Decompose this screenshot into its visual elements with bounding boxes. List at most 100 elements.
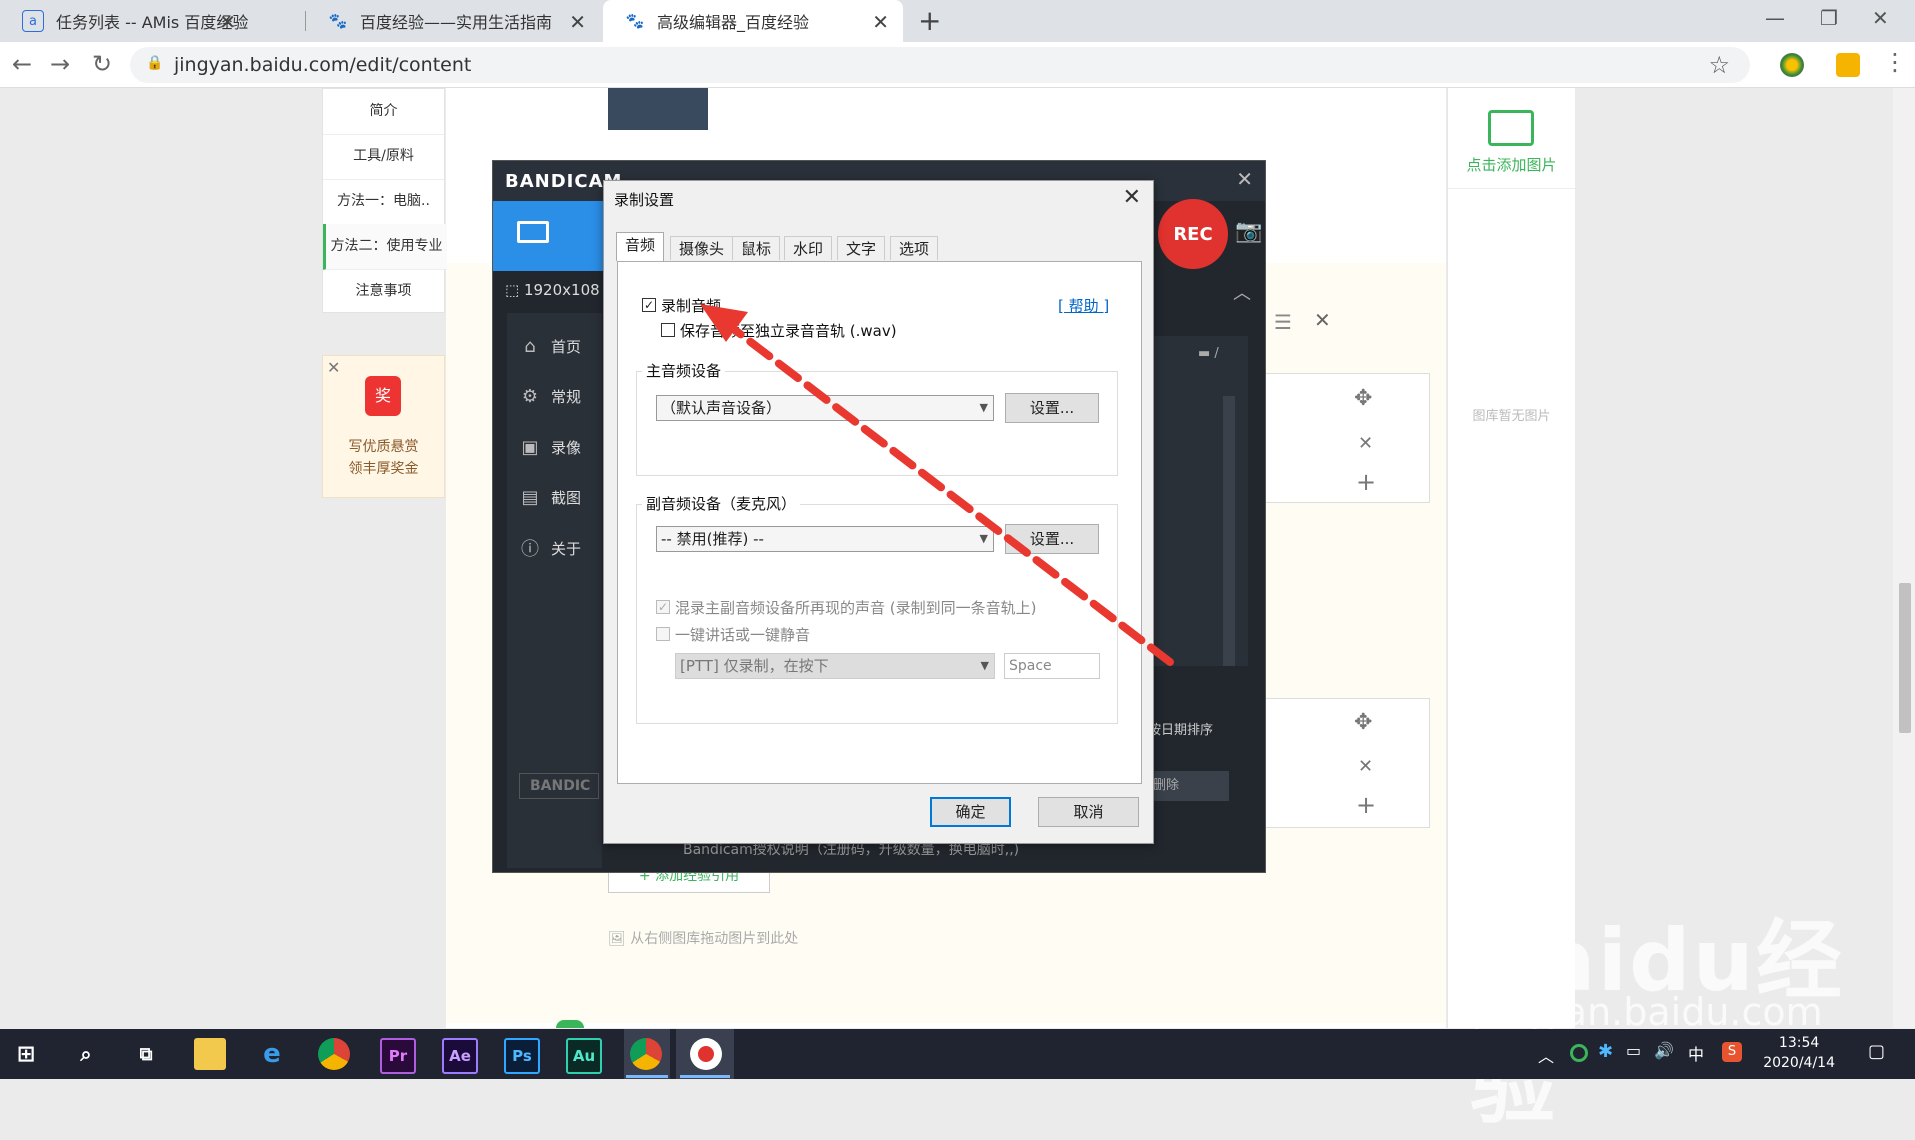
secondary-settings-button[interactable]: 设置... (1005, 524, 1099, 554)
close-icon[interactable]: ✕ (1358, 433, 1373, 454)
close-icon[interactable]: ✕ (1314, 308, 1331, 332)
outline-item[interactable]: 简介 (323, 89, 444, 135)
ok-button[interactable]: 确定 (930, 797, 1011, 827)
close-icon[interactable]: ✕ (872, 10, 889, 34)
help-link[interactable]: [ 帮助 ] (1058, 295, 1109, 316)
tab-audio[interactable]: 音频 (616, 232, 665, 261)
windows-start-icon[interactable]: ⊞ (10, 1038, 42, 1070)
scrollbar-thumb[interactable] (1899, 583, 1911, 733)
outline-item[interactable]: 注意事项 (323, 269, 444, 314)
task-view-icon[interactable]: ⧉ (130, 1038, 162, 1070)
forward-icon[interactable]: → (50, 50, 70, 78)
search-icon[interactable]: ⌕ (70, 1038, 102, 1070)
sort-by-date[interactable]: 按日期排序 (1148, 719, 1213, 738)
bookmark-star-icon[interactable]: ☆ (1708, 51, 1730, 79)
close-icon[interactable]: ✕ (219, 10, 236, 34)
active-indicator (680, 1075, 730, 1078)
tab-watermark[interactable]: 水印 (784, 236, 833, 260)
close-icon[interactable]: ✕ (1123, 185, 1141, 210)
tab-baidu-home[interactable]: 🐾 百度经验——实用生活指南 ✕ (306, 0, 600, 42)
back-icon[interactable]: ← (12, 50, 32, 78)
tray-app-icon[interactable] (1570, 1044, 1588, 1062)
sogou-icon[interactable]: S (1722, 1042, 1742, 1062)
tab-options[interactable]: 选项 (890, 236, 939, 260)
baidu-paw-icon: 🐾 (328, 12, 348, 30)
new-tab-button[interactable]: + (918, 4, 941, 37)
delete-button[interactable]: 删除 (1149, 771, 1229, 801)
ime-indicator[interactable]: 中 (1688, 1041, 1704, 1065)
tab-mouse[interactable]: 鼠标 (732, 236, 781, 260)
clock[interactable]: 13:54 2020/4/14 (1763, 1033, 1835, 1073)
outline-item[interactable]: 工具/原料 (323, 134, 444, 180)
folder-icon[interactable]: ▬ / (1198, 346, 1219, 361)
image-thumbnail[interactable] (608, 88, 708, 130)
record-audio-checkbox[interactable]: ✓ (642, 298, 656, 312)
restore-icon[interactable]: ❐ (1820, 6, 1838, 30)
url-field[interactable]: 🔒 jingyan.baidu.com/edit/content ☆ (130, 47, 1750, 83)
minimize-icon[interactable]: — (1765, 6, 1785, 30)
save-separate-checkbox[interactable] (661, 323, 675, 337)
empty-library-text: 图库暂无图片 (1472, 409, 1551, 424)
tab-editor[interactable]: 🐾 高级编辑器_百度经验 ✕ (603, 0, 903, 42)
add-image-button[interactable]: 点击添加图片 (1448, 88, 1575, 189)
bandicam-nav-home[interactable]: ⌂ 首页 (519, 331, 609, 361)
primary-audio-group (636, 371, 1118, 476)
bandicam-nav-screenshot[interactable]: ▤ 截图 (519, 482, 609, 512)
ptt-mode-select[interactable]: [PTT] 仅录制，在按下 ▼ (675, 653, 995, 679)
volume-icon[interactable]: 🔊 (1654, 1041, 1674, 1060)
bluetooth-icon[interactable]: ✱ (1598, 1041, 1613, 1062)
reward-promo[interactable]: ✕ 奖 写优质悬赏 领丰厚奖金 (322, 355, 445, 498)
rec-button[interactable]: REC (1158, 199, 1228, 269)
photoshop-icon[interactable]: Ps (504, 1038, 540, 1074)
close-icon[interactable]: ✕ (327, 358, 340, 377)
primary-settings-button[interactable]: 设置... (1005, 393, 1099, 423)
dialog-title: 录制设置 (614, 191, 675, 209)
camera-icon[interactable]: 📷 (1235, 219, 1262, 244)
extension-icon[interactable] (1836, 53, 1860, 77)
tab-text[interactable]: 文字 (837, 236, 886, 260)
cancel-button[interactable]: 取消 (1038, 797, 1139, 827)
move-icon[interactable]: ✥ (1354, 710, 1372, 735)
notification-icon[interactable]: ▢ (1868, 1041, 1885, 1062)
ptt-checkbox[interactable] (656, 627, 670, 641)
extension-icon[interactable] (1780, 53, 1804, 77)
nav-label: 常规 (551, 387, 582, 406)
reload-icon[interactable]: ↻ (92, 50, 112, 78)
network-icon[interactable]: ▭ (1626, 1041, 1641, 1060)
outline-item-active[interactable]: 方法二：使用专业 (323, 224, 447, 270)
bandicam-nav-about[interactable]: ⓘ 关于 (519, 533, 609, 563)
screen-mode-button[interactable] (493, 201, 603, 271)
move-icon[interactable]: ✥ (1354, 386, 1372, 411)
add-icon[interactable]: + (1356, 468, 1376, 496)
outline-nav: 简介 工具/原料 方法一：电脑.. 方法二：使用专业 注意事项 (322, 88, 447, 314)
outline-item[interactable]: 方法一：电脑.. (323, 179, 444, 225)
chevron-up-icon[interactable]: ︿ (1233, 279, 1251, 305)
close-icon[interactable]: ✕ (1236, 167, 1253, 191)
bandicam-record-icon[interactable] (690, 1038, 722, 1070)
page-scrollbar[interactable] (1893, 88, 1915, 1028)
tab-webcam[interactable]: 摄像头 (670, 236, 734, 260)
primary-device-select[interactable]: （默认声音设备） ▼ (656, 395, 994, 421)
file-explorer-icon[interactable] (194, 1038, 226, 1070)
chevron-up-icon[interactable]: ︿ (1538, 1043, 1554, 1067)
audition-icon[interactable]: Au (566, 1038, 602, 1074)
scrollbar[interactable] (1223, 396, 1235, 666)
add-icon[interactable]: + (1356, 791, 1376, 819)
close-icon[interactable]: ✕ (1358, 756, 1373, 777)
secondary-device-select[interactable]: -- 禁用(推荐) -- ▼ (656, 526, 994, 552)
chrome-icon[interactable] (630, 1038, 662, 1070)
mix-audio-checkbox[interactable]: ✓ (656, 600, 670, 614)
window-close-icon[interactable]: ✕ (1872, 6, 1889, 30)
after-effects-icon[interactable]: Ae (442, 1038, 478, 1074)
tab-amis[interactable]: a 任务列表 -- AMis 百度经验 ✕ (0, 0, 250, 42)
ptt-hotkey-field[interactable]: Space (1004, 653, 1100, 679)
premiere-icon[interactable]: Pr (380, 1038, 416, 1074)
menu-kebab-icon[interactable]: ⋮ (1883, 48, 1907, 76)
edge-icon[interactable]: e (256, 1038, 288, 1070)
bandicam-nav-video[interactable]: ▣ 录像 (519, 432, 609, 462)
bandicam-nav-general[interactable]: ⚙ 常规 (519, 381, 609, 411)
chrome-icon[interactable] (318, 1038, 350, 1070)
resolution-label: ⬚ 1920x108 (505, 281, 600, 299)
close-icon[interactable]: ✕ (569, 10, 586, 34)
list-icon[interactable]: ☰ (1274, 310, 1292, 334)
